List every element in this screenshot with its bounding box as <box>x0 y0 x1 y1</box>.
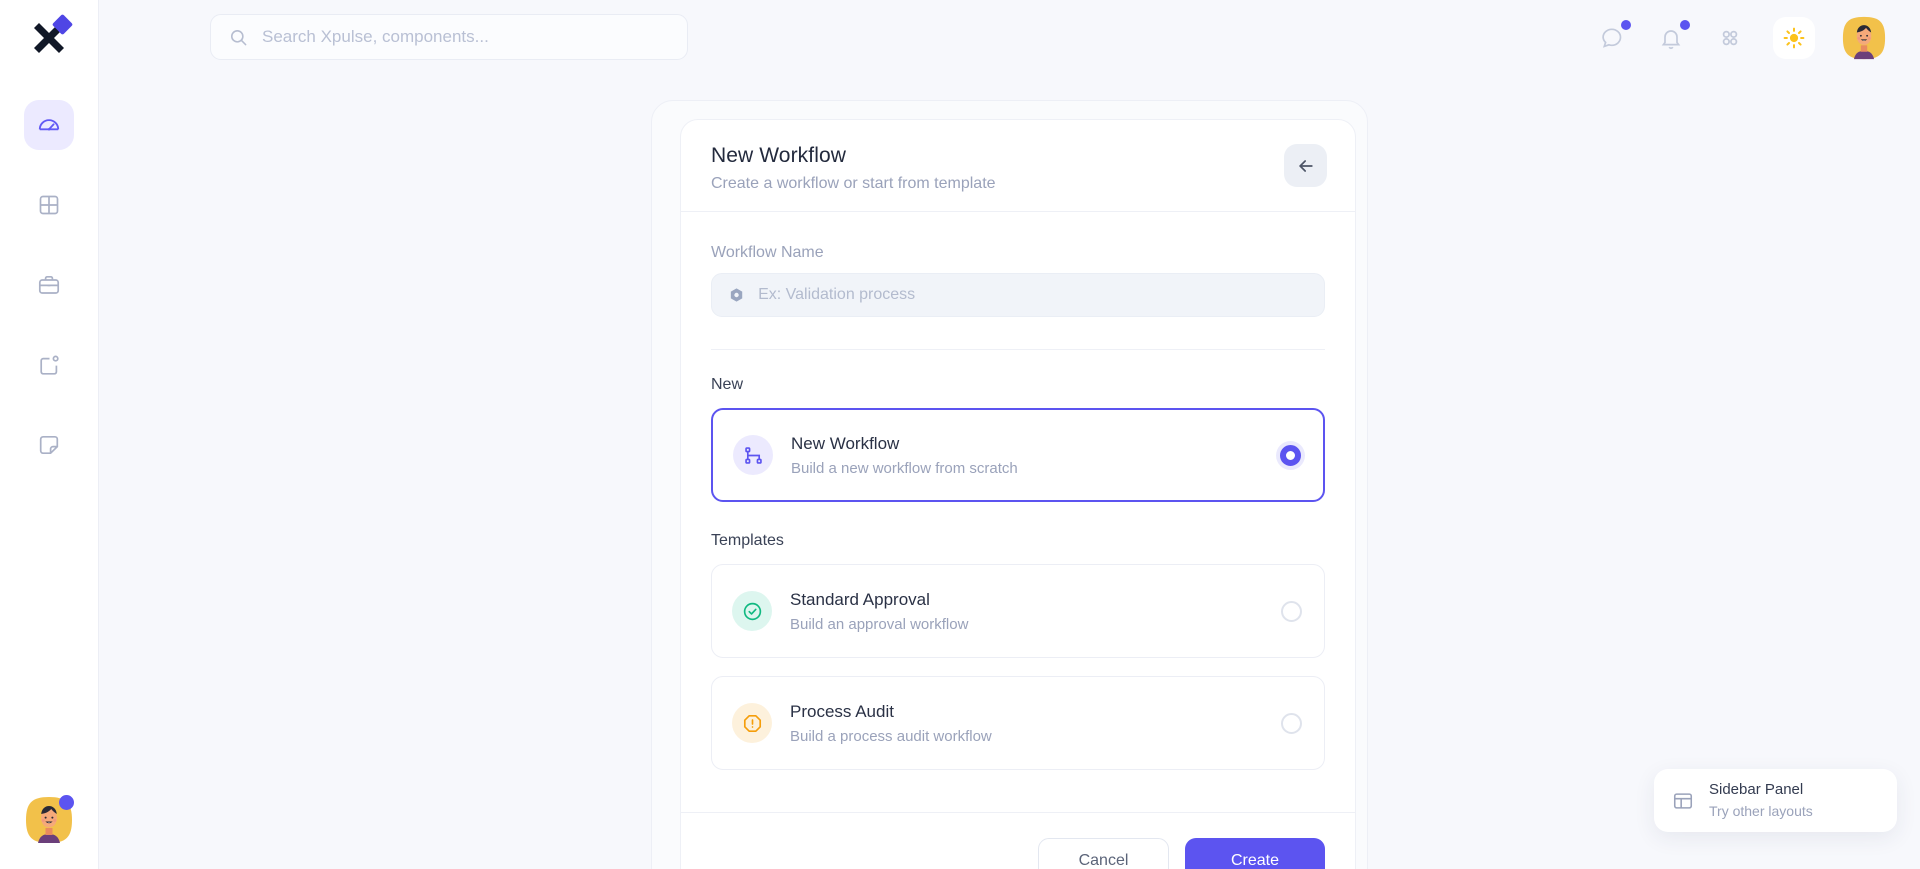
check-circle-icon <box>732 591 772 631</box>
xpulse-logo[interactable] <box>0 0 99 76</box>
grid-icon <box>37 193 61 217</box>
spacer <box>711 658 1325 676</box>
sidebar-item-notes[interactable] <box>24 420 74 470</box>
toast-subtitle: Try other layouts <box>1709 803 1813 821</box>
grid-dots-icon <box>1719 27 1741 49</box>
option-desc: Build an approval workflow <box>790 616 1281 633</box>
hexagon-nut-icon <box>728 286 745 304</box>
cancel-button[interactable]: Cancel <box>1038 838 1169 869</box>
option-new-workflow[interactable]: New Workflow Build a new workflow from s… <box>711 408 1325 502</box>
section-label-templates: Templates <box>711 532 1325 550</box>
search-icon <box>229 28 248 47</box>
alert-octagon-icon <box>732 703 772 743</box>
modal-backdrop-panel: New Workflow Create a workflow or start … <box>651 100 1368 869</box>
search-bar[interactable] <box>210 14 688 60</box>
messages-badge <box>1621 20 1631 30</box>
layout-panel-icon <box>1672 790 1694 812</box>
topbar <box>99 0 1920 76</box>
messages-button[interactable] <box>1596 22 1628 54</box>
new-workflow-modal: New Workflow Create a workflow or start … <box>680 119 1356 869</box>
option-title: New Workflow <box>791 434 1280 454</box>
sun-icon <box>1782 26 1806 50</box>
workflow-name-field[interactable] <box>711 273 1325 317</box>
workflow-name-label: Workflow Name <box>711 244 1325 262</box>
workflow-branch-icon <box>733 435 773 475</box>
sidebar-user-avatar[interactable] <box>25 796 73 844</box>
modal-body: Workflow Name New <box>681 212 1355 770</box>
user-avatar[interactable] <box>1842 16 1886 60</box>
workflow-name-input[interactable] <box>758 286 1308 304</box>
option-desc: Build a process audit workflow <box>790 728 1281 745</box>
notifications-badge <box>1680 20 1690 30</box>
back-button[interactable] <box>1284 144 1327 187</box>
sidebar-panel-toast[interactable]: Sidebar Panel Try other layouts <box>1654 769 1897 832</box>
sidebar-item-apps[interactable] <box>24 180 74 230</box>
sidebar-item-briefcase[interactable] <box>24 260 74 310</box>
radio-process-audit[interactable] <box>1281 713 1302 734</box>
arrow-left-icon <box>1296 156 1316 176</box>
topbar-actions <box>1596 0 1886 76</box>
apps-grid-button[interactable] <box>1714 22 1746 54</box>
option-text: Standard Approval Build an approval work… <box>790 590 1281 633</box>
option-desc: Build a new workflow from scratch <box>791 460 1280 477</box>
option-title: Process Audit <box>790 702 1281 722</box>
modal-footer: Cancel Create <box>681 812 1355 869</box>
option-text: Process Audit Build a process audit work… <box>790 702 1281 745</box>
option-title: Standard Approval <box>790 590 1281 610</box>
avatar-illustration <box>1842 16 1886 60</box>
theme-toggle-button[interactable] <box>1773 17 1815 59</box>
create-button[interactable]: Create <box>1185 838 1325 869</box>
modal-header: New Workflow Create a workflow or start … <box>681 120 1355 212</box>
toast-title: Sidebar Panel <box>1709 781 1813 800</box>
radio-standard-approval[interactable] <box>1281 601 1302 622</box>
option-standard-approval[interactable]: Standard Approval Build an approval work… <box>711 564 1325 658</box>
bell-icon <box>1659 26 1683 50</box>
sidebar-nav <box>24 100 74 470</box>
toast-text: Sidebar Panel Try other layouts <box>1709 781 1813 820</box>
notifications-button[interactable] <box>1655 22 1687 54</box>
option-process-audit[interactable]: Process Audit Build a process audit work… <box>711 676 1325 770</box>
note-dot-icon <box>37 353 61 377</box>
search-input[interactable] <box>262 27 669 47</box>
page-title: New Workflow <box>711 144 1325 168</box>
sticker-icon <box>37 433 61 457</box>
status-dot <box>59 795 74 810</box>
modal-subtitle: Create a workflow or start from template <box>711 175 1325 193</box>
sidebar <box>0 0 99 869</box>
divider <box>711 349 1325 350</box>
radio-new-workflow[interactable] <box>1280 445 1301 466</box>
section-label-new: New <box>711 376 1325 394</box>
briefcase-icon <box>37 273 61 297</box>
option-text: New Workflow Build a new workflow from s… <box>791 434 1280 477</box>
sidebar-item-dashboard[interactable] <box>24 100 74 150</box>
gauge-icon <box>36 112 62 138</box>
chat-bubble-icon <box>1600 26 1624 50</box>
sidebar-item-tasks[interactable] <box>24 340 74 390</box>
